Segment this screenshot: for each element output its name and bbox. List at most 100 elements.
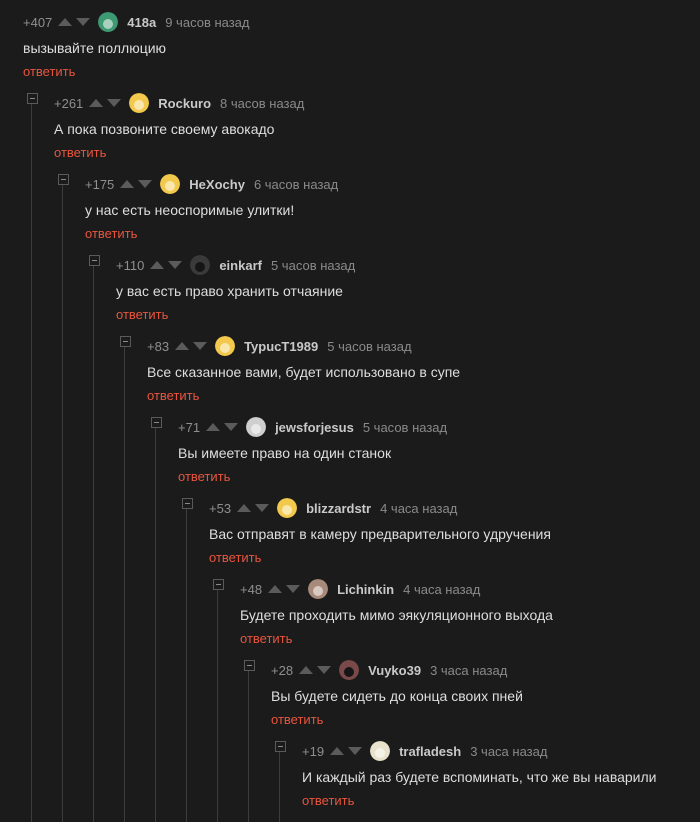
reply-link[interactable]: ответить: [54, 145, 700, 161]
avatar[interactable]: [370, 741, 391, 761]
username[interactable]: einkarf: [219, 258, 262, 273]
reply-link[interactable]: ответить: [271, 712, 700, 728]
downvote-icon[interactable]: [317, 666, 332, 674]
upvote-icon[interactable]: [150, 261, 165, 269]
comment-text: Вы будете сидеть до конца своих пней: [271, 688, 523, 704]
collapse-toggle[interactable]: [89, 255, 100, 266]
avatar[interactable]: [160, 174, 181, 194]
comment-time[interactable]: 9 часов назад: [165, 15, 249, 30]
thread-line[interactable]: [93, 266, 94, 822]
comment-header: +19 trafladesh 3 часа назад: [302, 741, 700, 761]
avatar[interactable]: [246, 417, 267, 437]
comment-time[interactable]: 4 часа назад: [380, 501, 457, 516]
comment-rating: +28: [271, 662, 294, 678]
comment: +407 418a 9 часов назад вызывайте поллюцию о…: [23, 12, 700, 80]
comment-time[interactable]: 5 часов назад: [327, 339, 411, 354]
comment-rating: +261: [54, 95, 84, 111]
username[interactable]: blizzardstr: [306, 501, 371, 516]
username[interactable]: Rockuro: [158, 96, 211, 111]
comment-time[interactable]: 8 часов назад: [220, 96, 304, 111]
reply-link[interactable]: ответить: [23, 64, 700, 80]
username[interactable]: HeXochy: [189, 177, 245, 192]
reply-link[interactable]: ответить: [209, 550, 700, 566]
reply-link[interactable]: ответить: [240, 631, 700, 647]
collapse-toggle[interactable]: [151, 417, 162, 428]
downvote-icon[interactable]: [107, 99, 122, 107]
collapse-toggle[interactable]: [120, 336, 131, 347]
downvote-icon[interactable]: [348, 747, 363, 755]
avatar[interactable]: [339, 660, 360, 680]
collapse-toggle[interactable]: [244, 660, 255, 671]
collapse-toggle[interactable]: [213, 579, 224, 590]
comment: +261 Rockuro 8 часов назад А пока позвоните…: [27, 93, 700, 161]
downvote-icon[interactable]: [168, 261, 183, 269]
comment-time[interactable]: 3 часа назад: [470, 744, 547, 759]
upvote-icon[interactable]: [237, 504, 252, 512]
thread-line[interactable]: [248, 671, 249, 822]
upvote-icon[interactable]: [268, 585, 283, 593]
comment: +28 Vuyko39 3 часа назад Вы будете сидеть д…: [244, 660, 700, 728]
comment: +19 trafladesh 3 часа назад И каждый раз бу…: [275, 741, 700, 809]
upvote-icon[interactable]: [89, 99, 104, 107]
comment-text: у нас есть неоспоримые улитки!: [85, 202, 295, 218]
comment-time[interactable]: 5 часов назад: [271, 258, 355, 273]
username[interactable]: Vuyko39: [368, 663, 421, 678]
thread-line[interactable]: [62, 185, 63, 822]
comment-time[interactable]: 6 часов назад: [254, 177, 338, 192]
username[interactable]: trafladesh: [399, 744, 461, 759]
thread-line[interactable]: [279, 752, 280, 822]
comment-text: Все сказанное вами, будет использовано в…: [147, 364, 461, 380]
comment-time[interactable]: 3 часа назад: [430, 663, 507, 678]
downvote-icon[interactable]: [193, 342, 208, 350]
comment-time[interactable]: 5 часов назад: [363, 420, 447, 435]
collapse-toggle[interactable]: [58, 174, 69, 185]
downvote-icon[interactable]: [138, 180, 153, 188]
comment: +53 blizzardstr 4 часа назад Вас отправят в…: [182, 498, 700, 566]
upvote-icon[interactable]: [206, 423, 221, 431]
thread-line[interactable]: [124, 347, 125, 822]
reply-link[interactable]: ответить: [302, 793, 700, 809]
collapse-toggle[interactable]: [27, 93, 38, 104]
comment: +110 einkarf 5 часов назад у вас есть право…: [89, 255, 700, 323]
upvote-icon[interactable]: [120, 180, 135, 188]
upvote-icon[interactable]: [330, 747, 345, 755]
avatar[interactable]: [129, 93, 150, 113]
thread-line[interactable]: [217, 590, 218, 822]
username[interactable]: jewsforjesus: [275, 420, 354, 435]
comment-header: +407 418a 9 часов назад: [23, 12, 700, 32]
downvote-icon[interactable]: [286, 585, 301, 593]
downvote-icon[interactable]: [255, 504, 270, 512]
collapse-toggle[interactable]: [182, 498, 193, 509]
comment: +83 TypucT1989 5 часов назад Все сказанное …: [120, 336, 700, 404]
thread-line[interactable]: [31, 104, 32, 822]
username[interactable]: Lichinkin: [337, 582, 394, 597]
username[interactable]: TypucT1989: [244, 339, 318, 354]
comment-text: у вас есть право хранить отчаяние: [116, 283, 343, 299]
username[interactable]: 418a: [127, 15, 156, 30]
comment-header: +110 einkarf 5 часов назад: [116, 255, 700, 275]
avatar[interactable]: [277, 498, 298, 518]
comment-header: +53 blizzardstr 4 часа назад: [209, 498, 700, 518]
avatar[interactable]: [308, 579, 329, 599]
reply-link[interactable]: ответить: [116, 307, 700, 323]
reply-link[interactable]: ответить: [147, 388, 700, 404]
downvote-icon[interactable]: [224, 423, 239, 431]
reply-link[interactable]: ответить: [85, 226, 700, 242]
comment-rating: +83: [147, 338, 170, 354]
upvote-icon[interactable]: [175, 342, 190, 350]
thread-line[interactable]: [186, 509, 187, 822]
upvote-icon[interactable]: [299, 666, 314, 674]
reply-link[interactable]: ответить: [178, 469, 700, 485]
collapse-toggle[interactable]: [275, 741, 286, 752]
comment-header: +71 jewsforjesus 5 часов назад: [178, 417, 700, 437]
avatar[interactable]: [98, 12, 119, 32]
downvote-icon[interactable]: [76, 18, 91, 26]
avatar[interactable]: [215, 336, 236, 356]
upvote-icon[interactable]: [58, 18, 73, 26]
comment: +71 jewsforjesus 5 часов назад Вы имеете пр…: [151, 417, 700, 485]
comment-rating: +53: [209, 500, 232, 516]
thread-line[interactable]: [155, 428, 156, 822]
comment-time[interactable]: 4 часа назад: [403, 582, 480, 597]
comment-rating: +19: [302, 743, 325, 759]
avatar[interactable]: [190, 255, 211, 275]
